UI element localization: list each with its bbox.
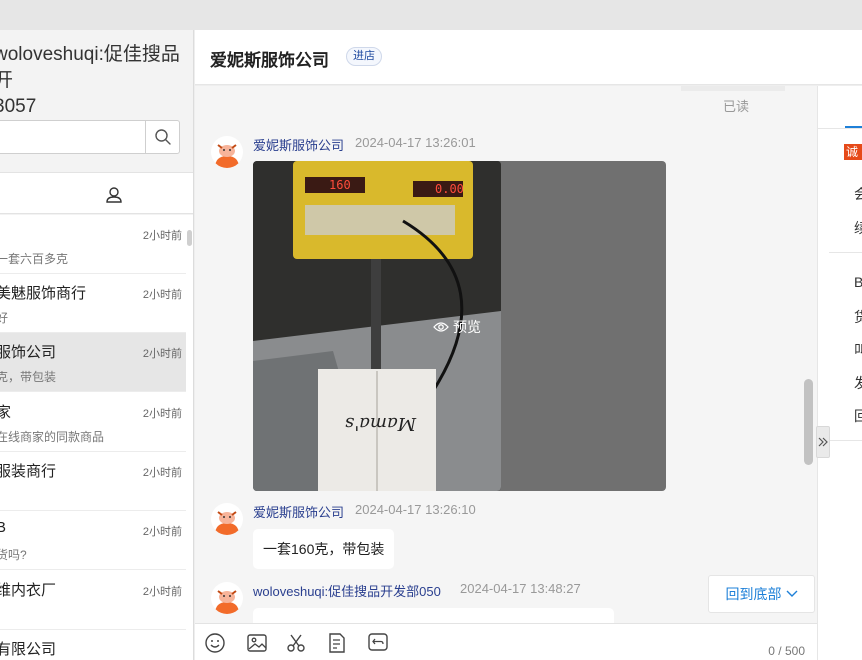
conversation-item[interactable]: 美魅服饰商行 2小时前 好 [0,274,186,333]
info-item: 会 [854,186,862,202]
scale-display-left: 160 [329,178,351,192]
sidebar-tabs: ' [0,172,193,214]
info-item: 叫 [854,342,862,358]
conversation-name: B [0,519,6,536]
sidebar-scrollbar[interactable] [187,230,192,246]
enter-shop-button[interactable]: 进店 [346,47,382,66]
info-item: 货 [854,309,862,325]
conversation-item[interactable]: 家 2小时前 在线商家的同款商品 [0,393,186,452]
scroll-to-bottom-button[interactable]: 回到底部 [708,575,815,613]
account-title-line2: 3057 [0,96,37,117]
scroll-to-bottom-label: 回到底部 [725,586,782,602]
chevron-down-icon [786,590,797,597]
account-title-line1: woloveshuqi:促佳搜品开 [0,44,180,91]
search-input[interactable] [0,120,180,154]
integrity-badge: 诚 [844,144,862,160]
quick-reply-icon[interactable] [367,632,389,654]
avatar[interactable] [211,136,243,168]
image-icon[interactable] [246,632,268,654]
conversation-preview: 在线商家的同款商品 [0,430,105,444]
conversation-preview: 好 [0,309,8,326]
search-button[interactable] [145,121,179,153]
contacts-icon[interactable] [104,185,124,205]
character-counter: 0 / 500 [768,644,805,658]
message-time: 2024-04-17 13:26:01 [355,135,476,150]
scissors-icon[interactable] [285,632,307,654]
conversation-name: 家 [0,401,11,422]
info-item: B [854,274,862,290]
search-icon [154,129,171,145]
avatar[interactable] [211,503,243,535]
conversation-item[interactable]: 2小时前 一套六百多克 [0,215,186,274]
previous-message-bubble [681,86,785,91]
preview-button[interactable]: 预览 [433,317,481,337]
message-area: 已读 爱妮斯服饰公司 2024-04-17 13:26:01 160 0.00 … [195,86,817,623]
conversation-name: 服装商行 [0,463,57,480]
conversation-time: 2小时前 [142,586,182,598]
bag-print: Mama's [345,413,417,434]
info-divider [829,252,862,253]
eye-icon [433,322,449,332]
text-message: 一套160克，带包装 [253,529,395,569]
info-divider [829,440,862,441]
shop-avatar-icon [215,144,239,168]
message-scrollbar[interactable] [804,379,813,465]
message-time: 2024-04-17 13:26:10 [355,502,476,517]
shop-avatar-icon [215,511,239,535]
window-top-strip [0,0,862,30]
message-sender[interactable]: woloveshuqi:促佳搜品开发部050 [253,581,441,600]
conversation-preview: 货吗? [0,548,27,562]
message-bubble-partial [253,608,614,623]
user-avatar-icon [215,590,239,614]
conversation-item[interactable]: 服装商行 2小时前 [0,452,186,511]
conversation-name: 美魅服饰商行 [0,285,87,302]
avatar[interactable] [211,582,243,614]
info-panel: 诚 会 续 B 货 叫 发 回 [817,86,862,660]
conversation-name: 维内衣厂 [0,582,57,599]
conversation-item[interactable]: 有限公司 [0,630,186,660]
conversation-time: 2小时前 [142,526,182,538]
conversation-time: 2小时前 [142,230,182,242]
conversation-item[interactable]: B 2小时前 货吗? [0,511,186,570]
image-message[interactable]: 160 0.00 Mama's 预览 [253,161,666,491]
conversation-name: 有限公司 [0,641,57,658]
conversation-time: 2小时前 [142,289,182,301]
conversation-preview: 克，带包装 [0,370,57,384]
info-item: 续 [854,220,862,236]
conversation-time: 2小时前 [142,467,182,479]
shop-name: 爱妮斯服饰公司 [210,51,329,70]
emoji-icon[interactable] [204,632,226,654]
preview-label: 预览 [453,319,481,335]
document-icon[interactable] [326,632,348,654]
conversation-list: 2小时前 一套六百多克 美魅服饰商行 2小时前 好 服饰公司 2小时前 克，带包… [0,215,193,660]
account-title: woloveshuqi:促佳搜品开 3057 [0,42,193,120]
conversation-sidebar: woloveshuqi:促佳搜品开 3057 ' 2小时前 一套六百多克 美魅服… [0,30,194,660]
message-sender[interactable]: 爱妮斯服饰公司 [253,135,344,154]
conversation-item[interactable]: 维内衣厂 2小时前 [0,571,186,630]
collapse-panel-button[interactable] [816,426,830,458]
conversation-preview: 一套六百多克 [0,252,69,266]
conversation-item-active[interactable]: 服饰公司 2小时前 克，带包装 [0,333,186,392]
info-item: 回 [854,408,862,424]
message-sender[interactable]: 爱妮斯服饰公司 [253,502,344,521]
conversation-time: 2小时前 [142,408,182,420]
read-status: 已读 [723,99,750,114]
conversation-time: 2小时前 [142,348,182,360]
info-item: 发 [854,375,862,391]
info-tab-divider [818,128,862,129]
tab-recent[interactable]: ' [0,187,4,201]
double-chevron-right-icon [818,437,828,447]
message-time: 2024-04-17 13:48:27 [460,581,581,596]
scale-display-right: 0.00 [435,182,464,196]
input-toolbar: 0 / 500 [195,623,817,660]
chat-header: 爱妮斯服饰公司 进店 [195,30,862,85]
conversation-name: 服饰公司 [0,344,57,361]
